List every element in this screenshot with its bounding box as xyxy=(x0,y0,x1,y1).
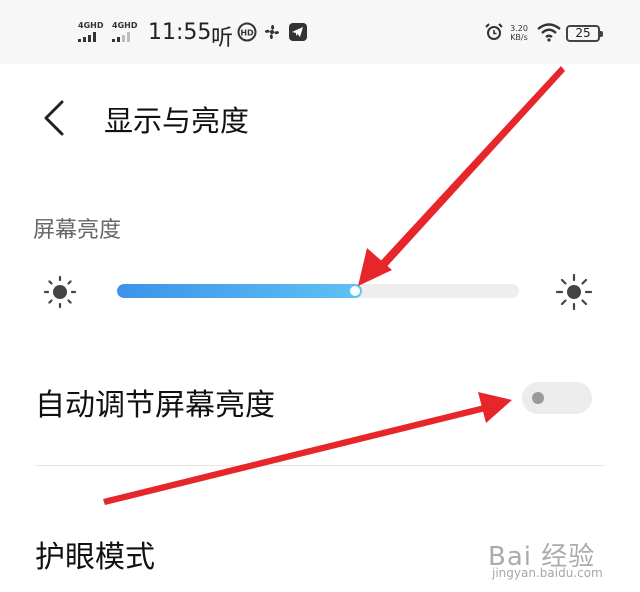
toggle-knob xyxy=(532,392,544,404)
brightness-slider-thumb[interactable] xyxy=(350,286,360,296)
network-speed: 3.20 KB/s xyxy=(507,24,531,42)
sun-bright-icon xyxy=(556,274,592,310)
watermark-url: jingyan.baidu.com xyxy=(492,566,603,580)
brightness-slider-fill xyxy=(117,284,362,298)
divider xyxy=(35,465,605,466)
chevron-left-icon[interactable] xyxy=(42,98,66,138)
brightness-slider[interactable] xyxy=(117,284,519,298)
fan-icon xyxy=(264,24,280,40)
signal-icon xyxy=(78,32,100,42)
page-header: 显示与亮度 xyxy=(0,64,640,174)
wifi-icon xyxy=(537,23,561,42)
hd-icon: HD xyxy=(237,22,257,42)
status-time: 11:55 xyxy=(148,20,212,45)
alarm-icon xyxy=(485,23,503,40)
watermark: Bai 经验 jingyan.baidu.com xyxy=(488,532,612,584)
network-speed-unit: KB/s xyxy=(510,33,528,42)
battery-level: 25 xyxy=(575,26,591,40)
status-bar: 4GHD 4GHD 11:55 听 HD 3.20 KB/s 25 xyxy=(0,0,640,64)
auto-brightness-toggle[interactable] xyxy=(522,382,592,414)
svg-text:HD: HD xyxy=(240,29,254,38)
telegram-icon xyxy=(289,23,307,41)
brightness-section-label: 屏幕亮度 xyxy=(33,218,122,243)
page-title: 显示与亮度 xyxy=(104,104,250,138)
listen-icon: 听 xyxy=(211,26,234,51)
network-speed-value: 3.20 xyxy=(510,24,528,33)
sun-dim-icon xyxy=(43,275,77,309)
signal-icon xyxy=(112,32,134,42)
eye-protection-label[interactable]: 护眼模式 xyxy=(35,532,155,576)
network-type-label: 4GHD xyxy=(78,21,104,30)
battery-icon: 25 xyxy=(566,25,603,42)
auto-brightness-label: 自动调节屏幕亮度 xyxy=(35,388,275,423)
network-type-label: 4GHD xyxy=(112,21,138,30)
